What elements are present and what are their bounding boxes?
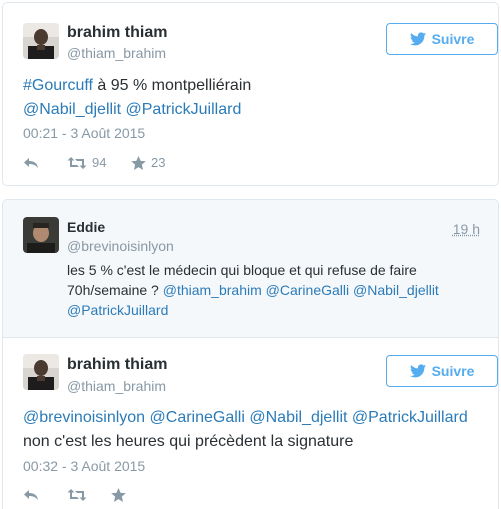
mention-link[interactable]: @Nabil_djellit: [23, 101, 121, 118]
author-handle[interactable]: @thiam_brahim: [67, 378, 166, 394]
reply-text-plain: 70h/semaine ?: [67, 282, 163, 298]
relative-time[interactable]: 19 h: [453, 221, 480, 237]
follow-label: Suivre: [431, 363, 475, 379]
follow-label: Suivre: [431, 31, 475, 47]
retweet-button[interactable]: [67, 488, 103, 502]
tweet-actions: 94 23: [23, 155, 165, 170]
avatar-photo-icon: [23, 23, 59, 59]
bird-icon: [409, 32, 426, 46]
tweet-text: #Gourcuff à 95 % montpelliérain @Nabil_d…: [23, 74, 483, 122]
favorite-button[interactable]: 23: [131, 155, 165, 170]
reply-text: les 5 % c'est le médecin qui bloque et q…: [67, 260, 482, 320]
tweet-card-2: brahim thiam @thiam_brahim Suivre @brevi…: [2, 337, 499, 509]
star-icon: [131, 155, 146, 170]
author-name[interactable]: brahim thiam: [67, 356, 167, 374]
tweet-text: @brevinoisinlyon @CarineGalli @Nabil_dje…: [23, 406, 493, 454]
mention-link[interactable]: @PatrickJuillard: [352, 409, 468, 426]
avatar-photo-icon: [23, 354, 59, 390]
author-handle[interactable]: @thiam_brahim: [67, 45, 166, 61]
reply-text-line1: les 5 % c'est le médecin qui bloque et q…: [67, 262, 417, 278]
tweet-text-line2: non c'est les heures qui précèdent la si…: [23, 433, 354, 450]
reply-icon: [24, 157, 38, 168]
retweet-button[interactable]: 94: [67, 155, 123, 170]
mention-link[interactable]: @PatrickJuillard: [126, 101, 242, 118]
follow-button[interactable]: Suivre: [386, 23, 498, 55]
tweet-card-1: brahim thiam @thiam_brahim Suivre #Gourc…: [2, 2, 499, 186]
tweet-text-plain: à 95 % montpelliérain: [92, 77, 252, 94]
reply-button[interactable]: [23, 156, 57, 170]
mention-link[interactable]: @Nabil_djellit: [353, 282, 439, 298]
tweet-actions: [23, 488, 126, 502]
avatar[interactable]: [23, 217, 59, 253]
author-name[interactable]: Eddie: [67, 219, 105, 235]
retweet-icon: [67, 489, 87, 501]
timestamp[interactable]: 00:21 - 3 Août 2015: [23, 125, 145, 141]
reply-button[interactable]: [23, 488, 57, 502]
bird-icon: [409, 364, 426, 378]
mention-link[interactable]: @CarineGalli: [266, 282, 349, 298]
author-handle[interactable]: @brevinoisinlyon: [67, 238, 174, 254]
hashtag-link[interactable]: #Gourcuff: [23, 77, 93, 94]
retweet-icon: [67, 156, 87, 169]
favorite-button[interactable]: [111, 488, 126, 502]
mention-link[interactable]: @thiam_brahim: [163, 282, 262, 298]
retweet-count: 94: [92, 155, 107, 170]
favorite-count: 23: [151, 155, 166, 170]
mention-link[interactable]: @PatrickJuillard: [67, 302, 168, 318]
star-icon: [111, 488, 126, 502]
mention-link[interactable]: @Nabil_djellit: [249, 409, 347, 426]
reply-icon: [24, 490, 38, 500]
follow-button[interactable]: Suivre: [386, 355, 498, 387]
avatar-photo-icon: [23, 217, 59, 253]
mention-link[interactable]: @CarineGalli: [150, 409, 245, 426]
avatar[interactable]: [23, 354, 59, 390]
reply-card: Eddie @brevinoisinlyon 19 h les 5 % c'es…: [2, 199, 499, 337]
avatar[interactable]: [23, 23, 59, 59]
author-name[interactable]: brahim thiam: [67, 24, 167, 42]
timestamp[interactable]: 00:32 - 3 Août 2015: [23, 458, 145, 474]
mention-link[interactable]: @brevinoisinlyon: [23, 409, 145, 426]
